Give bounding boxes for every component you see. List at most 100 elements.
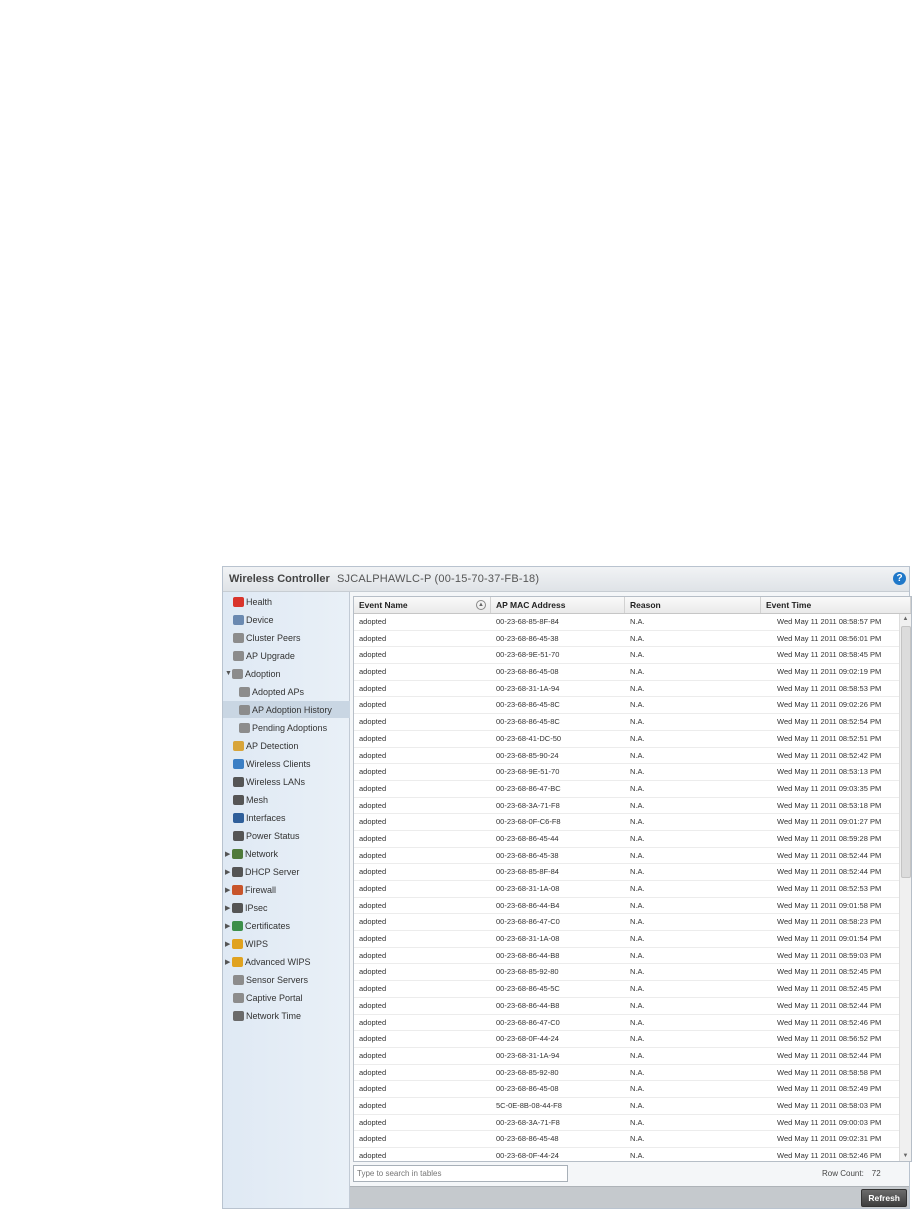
table-row[interactable]: adopted 00-23-68-31-1A-94 N.A. Wed May 11 2… [354,1048,899,1065]
sidebar-item-firewall[interactable]: ▶ Firewall [225,881,276,898]
table-row[interactable]: adopted 00-23-68-0F-C6-F8 N.A. Wed May 11 2… [354,814,899,831]
table-row[interactable]: adopted 00-23-68-0F-44-24 N.A. Wed May 11 2… [354,1031,899,1048]
cluster-peers-icon [233,632,244,643]
cell-reason: N.A. [630,1117,645,1127]
cell-event-time: Wed May 11 2011 08:52:54 PM [777,717,882,727]
sidebar-item-dhcp-server[interactable]: ▶ DHCP Server [225,863,299,880]
table-row[interactable]: adopted 00-23-68-86-45-38 N.A. Wed May 11 2… [354,631,899,648]
sidebar-item-wireless-clients[interactable]: Wireless Clients [233,755,311,772]
table-row[interactable]: adopted 00-23-68-9E-51-70 N.A. Wed May 11 2… [354,764,899,781]
sidebar-item-wireless-lans[interactable]: Wireless LANs [233,773,305,790]
sidebar-item-health[interactable]: Health [233,593,272,610]
table-row[interactable]: adopted 00-23-68-41-DC-50 N.A. Wed May 11 2… [354,731,899,748]
table-row[interactable]: adopted 00-23-68-31-1A-08 N.A. Wed May 11 2… [354,931,899,948]
sidebar-item-network-time[interactable]: Network Time [233,1007,301,1024]
table-row[interactable]: adopted 00-23-68-31-1A-94 N.A. Wed May 11 2… [354,681,899,698]
wireless-controller-window: Wireless Controller SJCALPHAWLC-P (00-15… [222,566,912,1209]
sort-ascending-icon[interactable]: ▲ [476,600,486,610]
column-header-event-time[interactable]: Event Time [761,597,911,613]
cell-event-time: Wed May 11 2011 08:53:18 PM [777,800,882,810]
cell-event-name: adopted [359,1067,387,1077]
table-row[interactable]: adopted 00-23-68-86-45-38 N.A. Wed May 11 2… [354,848,899,865]
sidebar-item-label: AP Adoption History [252,704,332,715]
table-row[interactable]: adopted 00-23-68-31-1A-08 N.A. Wed May 11 2… [354,881,899,898]
table-row[interactable]: adopted 00-23-68-86-45-5C N.A. Wed May 11 2… [354,981,899,998]
table-row[interactable]: adopted 00-23-68-86-45-8C N.A. Wed May 11 2… [354,714,899,731]
cell-reason: N.A. [630,633,645,643]
cell-reason: N.A. [630,700,645,710]
sidebar-item-adopted-aps[interactable]: Adopted APs [239,683,304,700]
sidebar-item-ap-upgrade[interactable]: AP Upgrade [233,647,295,664]
expand-right-arrow-icon[interactable]: ▶ [225,868,232,876]
table-row[interactable]: adopted 00-23-68-85-92-80 N.A. Wed May 11 2… [354,1065,899,1082]
ap-detection-icon [233,740,244,751]
cell-reason: N.A. [630,800,645,810]
scroll-up-arrow-icon[interactable]: ▲ [900,614,911,624]
advanced-wips-icon [232,956,243,967]
sidebar-item-sensor-servers[interactable]: Sensor Servers [233,971,308,988]
sidebar-item-ap-detection[interactable]: AP Detection [233,737,298,754]
expand-right-arrow-icon[interactable]: ▶ [225,904,232,912]
expand-right-arrow-icon[interactable]: ▶ [225,886,232,894]
sidebar-item-ipsec[interactable]: ▶ IPsec [225,899,268,916]
sidebar-item-cluster-peers[interactable]: Cluster Peers [233,629,301,646]
table-row[interactable]: adopted 00-23-68-86-47-BC N.A. Wed May 11 2… [354,781,899,798]
sidebar-item-pending-adoptions[interactable]: Pending Adoptions [239,719,327,736]
cell-event-name: adopted [359,800,387,810]
table-row[interactable]: adopted 00-23-68-86-47-C0 N.A. Wed May 11 2… [354,914,899,932]
sidebar-item-interfaces[interactable]: Interfaces [233,809,286,826]
expand-right-arrow-icon[interactable]: ▶ [225,940,232,948]
sidebar-item-device[interactable]: Device [233,611,274,628]
column-header-event-name[interactable]: Event Name ▲ [354,597,491,613]
column-header-ap-mac-address[interactable]: AP MAC Address [491,597,625,613]
sidebar-item-ap-adoption-history[interactable]: AP Adoption History [223,701,365,718]
table-search-input[interactable] [353,1165,568,1182]
cell-event-name: adopted [359,733,387,743]
sidebar-item-wips[interactable]: ▶ WIPS [225,935,268,952]
help-icon[interactable]: ? [893,572,906,585]
table-row[interactable]: adopted 00-23-68-86-44-B8 N.A. Wed May 11 2… [354,948,899,965]
table-row[interactable]: adopted 00-23-68-85-8F-84 N.A. Wed May 11 2… [354,614,899,631]
sidebar-item-advanced-wips[interactable]: ▶ Advanced WIPS [225,953,311,970]
expand-right-arrow-icon[interactable]: ▶ [225,850,232,858]
table-row[interactable]: adopted 00-23-68-86-45-8C N.A. Wed May 11 2… [354,697,899,715]
cell-event-time: Wed May 11 2011 08:52:44 PM [777,1050,882,1060]
sidebar-item-power-status[interactable]: Power Status [233,827,300,844]
table-row[interactable]: adopted 00-23-68-86-45-44 N.A. Wed May 11 2… [354,831,899,848]
expand-down-arrow-icon[interactable]: ▼ [225,670,232,677]
sidebar-item-captive-portal[interactable]: Captive Portal [233,989,303,1006]
cell-event-name: adopted [359,917,387,927]
cell-reason: N.A. [630,867,645,877]
table-row[interactable]: adopted 00-23-68-0F-44-24 N.A. Wed May 11 2… [354,1148,899,1161]
cell-event-name: adopted [359,767,387,777]
expand-right-arrow-icon[interactable]: ▶ [225,922,232,930]
cell-ap-mac-address: 00-23-68-86-44-B4 [496,900,560,910]
table-row[interactable]: adopted 00-23-68-3A-71-F8 N.A. Wed May 11 2… [354,798,899,815]
column-header-reason[interactable]: Reason [625,597,761,613]
vertical-scrollbar[interactable]: ▲ ▼ [899,614,911,1161]
table-row[interactable]: adopted 00-23-68-9E-51-70 N.A. Wed May 11 2… [354,647,899,665]
table-row[interactable]: adopted 5C-0E-8B-08-44-F8 N.A. Wed May 11 2… [354,1098,899,1115]
refresh-button[interactable]: Refresh [861,1189,907,1207]
sidebar-item-mesh[interactable]: Mesh [233,791,268,808]
scroll-down-arrow-icon[interactable]: ▼ [900,1151,911,1161]
sidebar-item-adoption[interactable]: ▼ Adoption [225,665,281,682]
sidebar-item-network[interactable]: ▶ Network [225,845,278,862]
table-row[interactable]: adopted 00-23-68-3A-71-F8 N.A. Wed May 11 2… [354,1115,899,1132]
table-row[interactable]: adopted 00-23-68-86-45-08 N.A. Wed May 11 2… [354,1081,899,1098]
table-row[interactable]: adopted 00-23-68-86-45-08 N.A. Wed May 11 2… [354,664,899,681]
expand-right-arrow-icon[interactable]: ▶ [225,958,232,966]
cell-event-time: Wed May 11 2011 08:58:57 PM [777,617,882,626]
table-row[interactable]: adopted 00-23-68-85-90-24 N.A. Wed May 11 2… [354,748,899,765]
cell-event-name: adopted [359,650,387,660]
table-row[interactable]: adopted 00-23-68-86-44-B8 N.A. Wed May 11 2… [354,998,899,1015]
table-row[interactable]: adopted 00-23-68-85-8F-84 N.A. Wed May 11 2… [354,864,899,881]
table-row[interactable]: adopted 00-23-68-86-44-B4 N.A. Wed May 11 2… [354,898,899,915]
table-row[interactable]: adopted 00-23-68-85-92-80 N.A. Wed May 11 2… [354,964,899,982]
scrollbar-thumb[interactable] [901,626,911,878]
sidebar-item-label: DHCP Server [245,866,300,877]
sidebar-item-certificates[interactable]: ▶ Certificates [225,917,290,934]
cell-event-name: adopted [359,1034,387,1044]
table-row[interactable]: adopted 00-23-68-86-47-C0 N.A. Wed May 11 2… [354,1015,899,1032]
table-row[interactable]: adopted 00-23-68-86-45-48 N.A. Wed May 11 2… [354,1131,899,1148]
